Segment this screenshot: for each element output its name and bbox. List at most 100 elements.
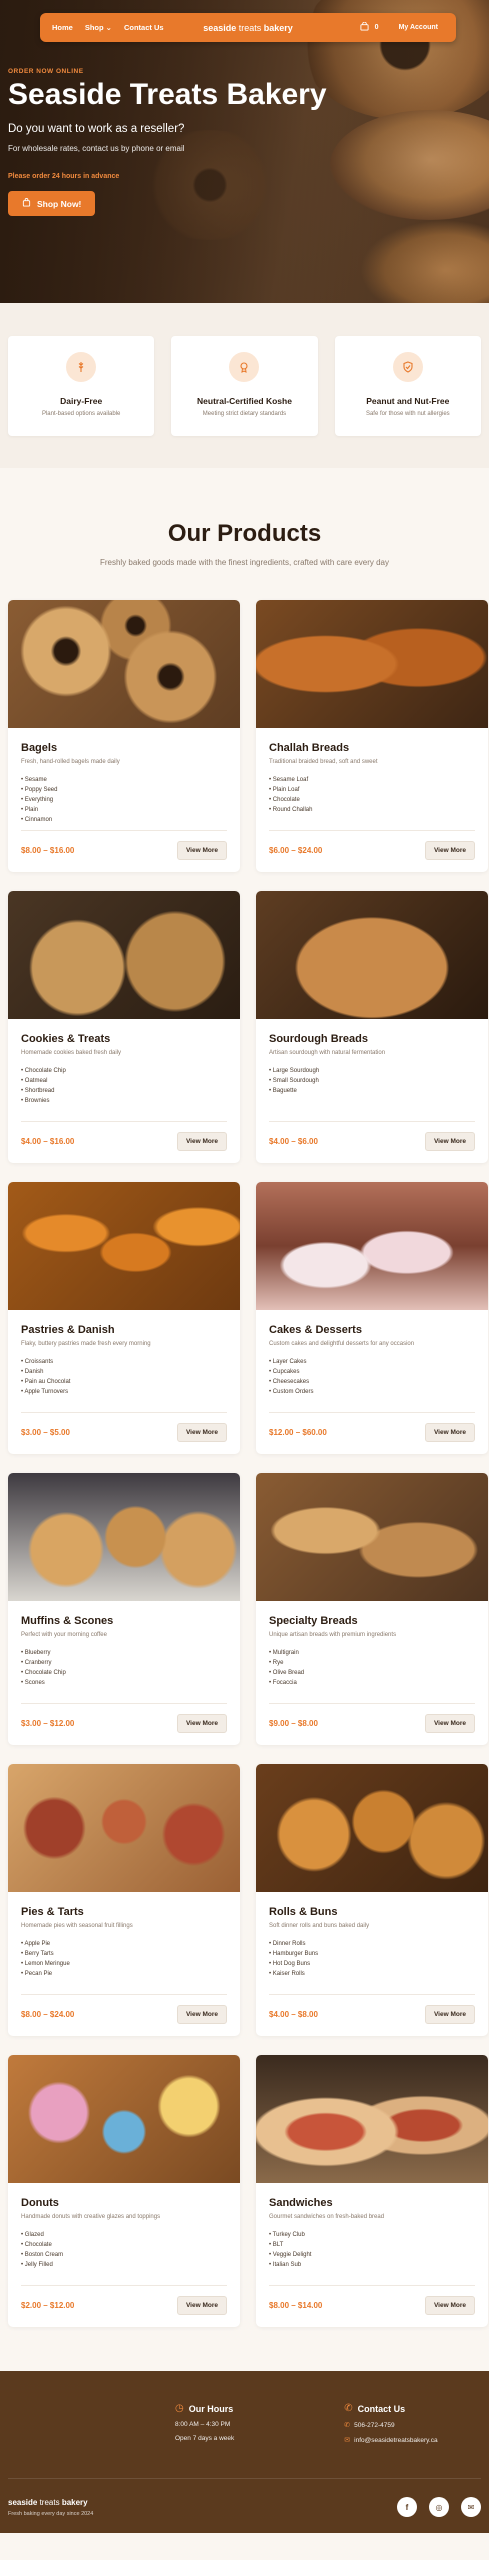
- sandwiches-image: [256, 2055, 488, 2183]
- footer-contact: ✆ Contact Us ✆ 506-272-4759 ✉ info@seaside…: [344, 2403, 437, 2444]
- product-card: Muffins & Scones Perfect with your mornin…: [8, 1473, 240, 1745]
- contact-email-row[interactable]: ✉ info@seasidetreatsbakery.ca: [344, 2436, 437, 2445]
- product-variant: Rye: [269, 1658, 475, 1668]
- cookies-image: [8, 891, 240, 1019]
- product-variant: Round Challah: [269, 805, 475, 815]
- phone-small-icon: ✆: [344, 2422, 351, 2429]
- product-variant: Apple Pie: [21, 1939, 227, 1949]
- product-variant-list: Sesame LoafPlain LoafChocolateRound Chal…: [269, 775, 475, 815]
- cart-count: 0: [374, 24, 379, 31]
- product-card: Rolls & Buns Soft dinner rolls and buns b…: [256, 1764, 488, 2036]
- product-price: $12.00 – $60.00: [269, 1428, 327, 1437]
- product-variant: Apple Turnovers: [21, 1387, 227, 1397]
- view-more-button[interactable]: View More: [424, 2296, 475, 2315]
- view-more-button[interactable]: View More: [176, 1423, 227, 1442]
- facebook-icon[interactable]: f: [397, 2497, 417, 2517]
- product-price: $8.00 – $24.00: [21, 2010, 75, 2019]
- bagels-image: [8, 600, 240, 728]
- product-variant: Cranberry: [21, 1658, 227, 1668]
- product-variant: Hamburger Buns: [269, 1949, 475, 1959]
- feature-title: Peanut and Nut-Free: [366, 396, 450, 406]
- footer-divider: [8, 2478, 481, 2479]
- product-variant: Berry Tarts: [21, 1949, 227, 1959]
- product-variant: Plain Loaf: [269, 785, 475, 795]
- product-name: Muffins & Scones: [21, 1615, 114, 1627]
- product-price: $6.00 – $24.00: [269, 846, 323, 855]
- hero-question: Do you want to work as a reseller?: [8, 123, 185, 135]
- features-strip: Dairy-Free Plant-based options available…: [0, 303, 489, 468]
- footer-hours-heading: ◷ Our Hours: [175, 2403, 234, 2414]
- product-variant: Chocolate Chip: [21, 1668, 227, 1678]
- feature-desc: Safe for those with nut allergies: [365, 411, 450, 417]
- product-desc: Homemade pies with seasonal fruit fillin…: [21, 1923, 133, 1929]
- view-more-button[interactable]: View More: [424, 1423, 475, 1442]
- view-more-button[interactable]: View More: [176, 841, 227, 860]
- product-variant: Chocolate Chip: [21, 1066, 227, 1076]
- view-more-button[interactable]: View More: [176, 2296, 227, 2315]
- instagram-icon[interactable]: ◎: [429, 2497, 449, 2517]
- shop-now-button[interactable]: Shop Now!: [8, 191, 96, 216]
- product-price: $4.00 – $8.00: [269, 2010, 318, 2019]
- rolls-image: [256, 1764, 488, 1892]
- view-more-button[interactable]: View More: [424, 1132, 475, 1151]
- product-variant: Multigrain: [269, 1648, 475, 1658]
- feature-title: Dairy-Free: [60, 396, 103, 406]
- products-subtitle: Freshly baked goods made with the finest…: [99, 558, 390, 567]
- product-card: Cookies & Treats Homemade cookies baked f…: [8, 891, 240, 1163]
- product-price: $2.00 – $12.00: [21, 2301, 75, 2310]
- feature-title: Neutral-Certified Koshe: [197, 396, 292, 406]
- view-more-button[interactable]: View More: [176, 1714, 227, 1733]
- view-more-button[interactable]: View More: [424, 2005, 475, 2024]
- view-more-button[interactable]: View More: [424, 1714, 475, 1733]
- specialty-bread-image: [256, 1473, 488, 1601]
- product-variant-list: BlueberryCranberryChocolate ChipScones: [21, 1648, 227, 1688]
- product-name: Cookies & Treats: [21, 1033, 111, 1045]
- nav-link-home[interactable]: Home: [52, 23, 73, 32]
- cart-icon: [360, 21, 369, 33]
- nav-link-contact[interactable]: Contact Us: [124, 23, 164, 32]
- product-variant: Danish: [21, 1367, 227, 1377]
- hero-title: Seaside Treats Bakery: [8, 78, 327, 111]
- product-name: Specialty Breads: [269, 1615, 358, 1627]
- cart-button[interactable]: 0: [360, 21, 379, 33]
- product-variant: Baguette: [269, 1086, 475, 1096]
- hours-time: 8:00 AM – 4:30 PM: [175, 2421, 231, 2428]
- hours-days: Open 7 days a week: [175, 2435, 235, 2442]
- view-more-button[interactable]: View More: [424, 841, 475, 860]
- footer-brand[interactable]: seaside treats bakery: [8, 2498, 93, 2507]
- brand-word-2: treats: [238, 22, 262, 33]
- my-account-link[interactable]: My Account: [393, 21, 444, 34]
- product-variant: Chocolate: [269, 795, 475, 805]
- nav-brand-logo[interactable]: seaside treats bakery: [203, 23, 293, 33]
- product-variant: Focaccia: [269, 1678, 475, 1688]
- pastries-image: [8, 1182, 240, 1310]
- product-card: Cakes & Desserts Custom cakes and delight…: [256, 1182, 488, 1454]
- product-variant-list: Large SourdoughSmall SourdoughBaguette: [269, 1066, 475, 1096]
- footer-hours: ◷ Our Hours 8:00 AM – 4:30 PM Open 7 day…: [175, 2403, 234, 2444]
- product-desc: Perfect with your morning coffee: [21, 1632, 107, 1638]
- product-variant: Layer Cakes: [269, 1357, 475, 1367]
- view-more-button[interactable]: View More: [176, 1132, 227, 1151]
- product-card: Pastries & Danish Flaky, buttery pastries…: [8, 1182, 240, 1454]
- product-desc: Soft dinner rolls and buns baked daily: [269, 1923, 370, 1929]
- feature-card: Dairy-Free Plant-based options available: [8, 336, 155, 436]
- product-price: $8.00 – $14.00: [269, 2301, 323, 2310]
- product-variant: Pecan Pie: [21, 1969, 227, 1979]
- product-variant: Italian Sub: [269, 2260, 475, 2270]
- product-variant: Cheesecakes: [269, 1377, 475, 1387]
- product-variant: Custom Orders: [269, 1387, 475, 1397]
- product-variant-list: Dinner RollsHamburger BunsHot Dog BunsKa…: [269, 1939, 475, 1979]
- product-variant: Scones: [21, 1678, 227, 1688]
- product-desc: Fresh, hand-rolled bagels made daily: [21, 759, 120, 765]
- contact-title: Contact Us: [357, 2403, 406, 2414]
- hours-title: Our Hours: [188, 2403, 234, 2414]
- product-variant: Brownies: [21, 1096, 227, 1106]
- product-name: Sourdough Breads: [269, 1033, 369, 1045]
- view-more-button[interactable]: View More: [176, 2005, 227, 2024]
- contact-phone-row[interactable]: ✆ 506-272-4759: [344, 2421, 437, 2430]
- nav-link-shop[interactable]: Shop ⌄: [85, 23, 112, 32]
- product-variant: Oatmeal: [21, 1076, 227, 1086]
- products-grid: Bagels Fresh, hand-rolled bagels made dai…: [8, 600, 488, 2327]
- mail-icon: ✉: [344, 2437, 351, 2444]
- email-social-icon[interactable]: ✉: [461, 2497, 481, 2517]
